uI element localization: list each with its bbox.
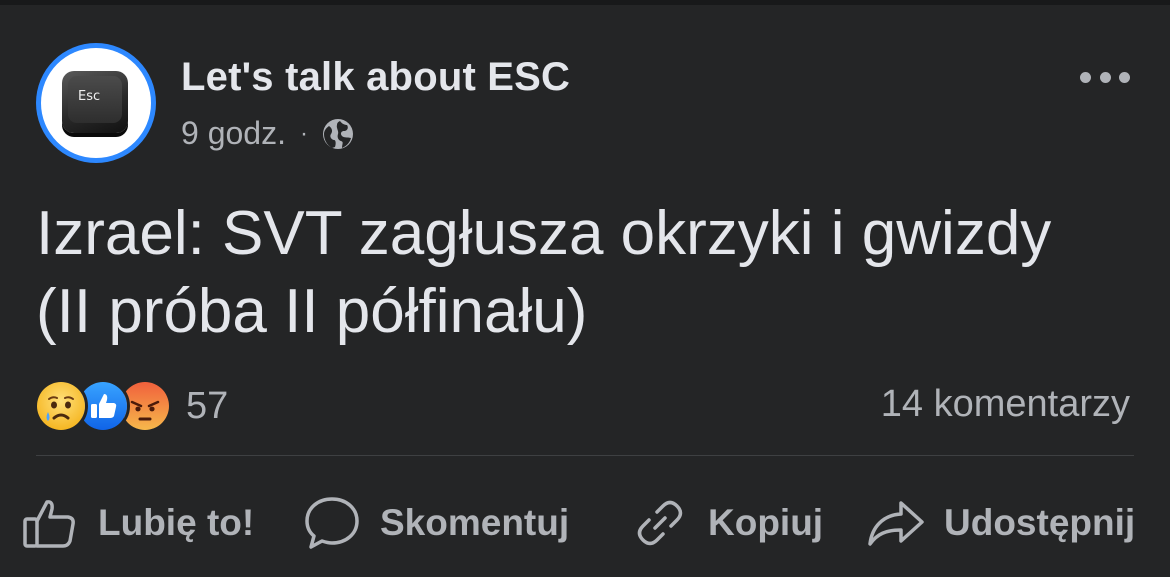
more-dot xyxy=(1099,71,1111,83)
thumbs-up-icon xyxy=(23,500,75,548)
share-button[interactable]: Udostępnij xyxy=(866,483,1135,563)
page-avatar[interactable]: Esc xyxy=(36,43,156,163)
esc-key-logo: Esc xyxy=(62,71,128,133)
post-time[interactable]: 9 godz. xyxy=(181,115,286,152)
reactions-count: 57 xyxy=(186,384,229,427)
esc-key-label: Esc xyxy=(78,89,101,104)
link-icon xyxy=(637,500,683,546)
actions-divider xyxy=(36,455,1134,456)
comments-count-link[interactable]: 14 komentarzy xyxy=(881,383,1130,426)
comment-bubble-icon xyxy=(305,497,359,549)
comment-button[interactable]: Skomentuj xyxy=(302,483,569,563)
post-card: Esc Let's talk about ESC 9 godz. · Izrae… xyxy=(0,5,1170,577)
post-text: Izrael: SVT zagłusza okrzyki i gwizdy (I… xyxy=(36,195,1146,351)
comment-button-label: Skomentuj xyxy=(380,502,570,543)
like-button-label: Lubię to! xyxy=(98,502,255,543)
esc-key-cap: Esc xyxy=(68,76,122,123)
reactions-summary[interactable]: 57 xyxy=(34,378,228,434)
like-button[interactable]: Lubię to! xyxy=(20,483,254,563)
sad-reaction-icon xyxy=(34,379,88,433)
post-text-line1: Izrael: SVT zagłusza okrzyki i gwizdy xyxy=(36,199,1052,268)
avatar-image: Esc xyxy=(41,48,151,158)
post-actions-bar: Lubię to! Skomentuj Kopiuj Udostępnij xyxy=(0,483,1170,563)
meta-separator: · xyxy=(299,119,308,147)
post-meta: 9 godz. · xyxy=(181,115,356,152)
globe-icon[interactable] xyxy=(320,116,356,152)
share-arrow-icon xyxy=(868,501,924,546)
more-options-icon[interactable] xyxy=(1080,67,1130,87)
share-button-label: Udostępnij xyxy=(944,502,1136,543)
post-text-line2: (II próba II półfinału) xyxy=(36,277,588,346)
copy-link-button[interactable]: Kopiuj xyxy=(630,483,823,563)
copy-link-label: Kopiuj xyxy=(708,502,824,543)
page-name-link[interactable]: Let's talk about ESC xyxy=(181,55,570,100)
more-dot xyxy=(1080,71,1091,83)
more-dot xyxy=(1119,71,1130,83)
